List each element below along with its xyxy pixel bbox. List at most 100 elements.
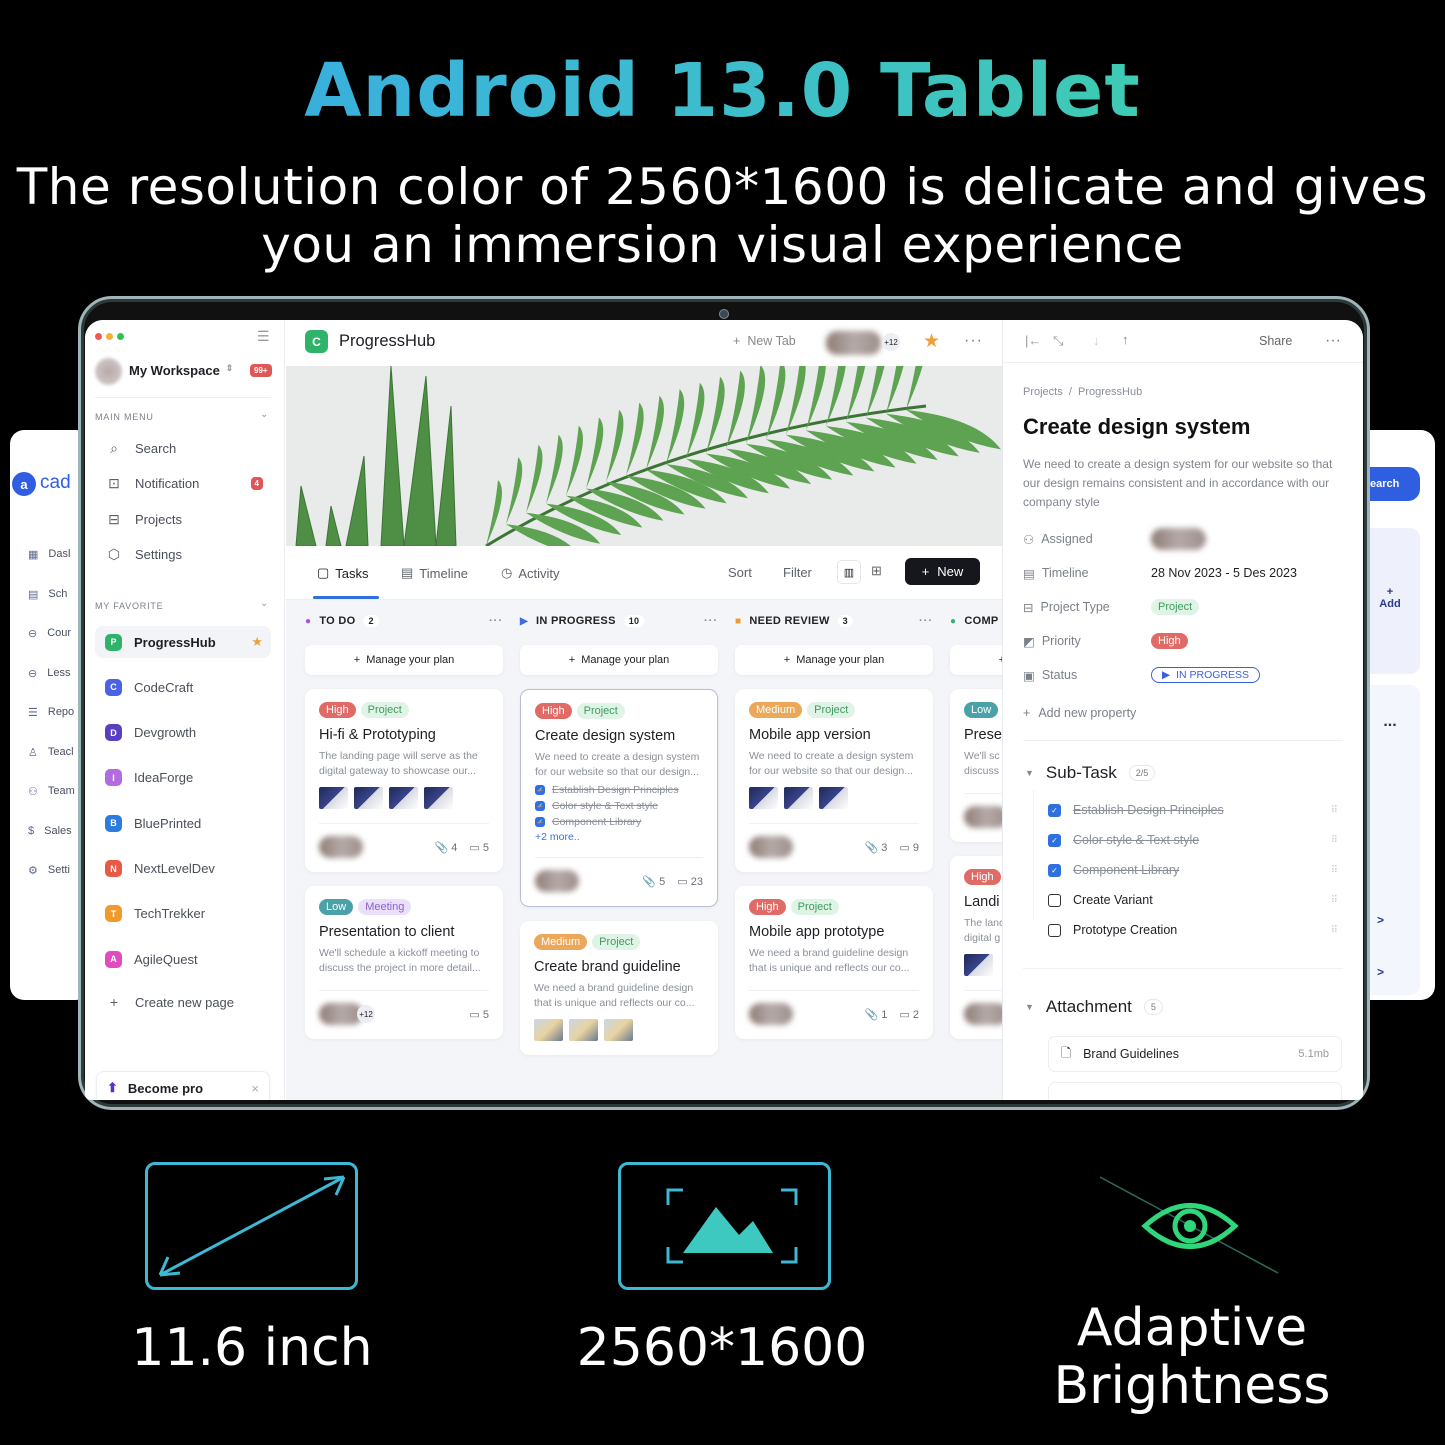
checklist-item[interactable]: ✓ Component Library xyxy=(535,816,703,828)
checkbox-checked[interactable]: ✓ xyxy=(1048,863,1061,877)
thumbnail-image[interactable] xyxy=(964,954,993,976)
sidebar-item-ideaforge[interactable]: I IdeaForge xyxy=(95,762,271,794)
chevron-right-icon[interactable]: > xyxy=(1377,965,1384,979)
tab-timeline[interactable]: ▤ Timeline xyxy=(401,565,468,581)
type-tag[interactable]: Project xyxy=(1151,599,1200,615)
task-card[interactable]: Low Prese We'll sc discuss xyxy=(950,689,1002,842)
assignee-avatars[interactable] xyxy=(749,836,793,858)
chevron-down-icon[interactable]: ⌄ xyxy=(260,409,268,420)
subtask-item[interactable]: ✓ Establish Design Principles ⠿ xyxy=(1048,801,1338,819)
sidebar-item-progresshub[interactable]: P ProgressHub ★ xyxy=(95,626,271,658)
checklist-item[interactable]: ✓ Color style & Text style xyxy=(535,800,703,812)
create-new-page[interactable]: + Create new page xyxy=(95,987,271,1017)
star-icon[interactable]: ★ xyxy=(923,330,940,353)
checkbox-checked[interactable]: ✓ xyxy=(1048,833,1061,847)
thumbnail-image[interactable] xyxy=(569,1019,598,1041)
task-card[interactable]: Low Meeting Presentation to client We'll sc… xyxy=(305,886,503,1039)
filter-button[interactable]: Filter xyxy=(783,565,812,580)
share-button[interactable]: Share xyxy=(1259,334,1292,348)
attachment-header[interactable]: ▼ Attachment 5 xyxy=(1025,997,1163,1017)
sidebar-item-nextleveldev[interactable]: N NextLevelDev xyxy=(95,853,271,885)
checkbox-unchecked[interactable] xyxy=(1048,893,1061,907)
bg-nav-item[interactable]: $ Sales xyxy=(28,825,72,837)
assignee-avatars[interactable] xyxy=(319,836,363,858)
star-icon[interactable]: ★ xyxy=(251,634,263,650)
new-tab-button[interactable]: + New Tab xyxy=(733,334,796,348)
collapse-panel-icon[interactable]: |← xyxy=(1025,333,1041,348)
more-icon[interactable]: ··· xyxy=(704,615,718,627)
bg-nav-item[interactable]: ▦ Dasl xyxy=(28,548,70,561)
checklist-item[interactable]: ✓ Establish Design Principles xyxy=(535,784,703,796)
menu-icon[interactable]: ☰ xyxy=(257,328,270,345)
drag-handle-icon[interactable]: ⠿ xyxy=(1331,895,1338,906)
priority-tag[interactable]: High xyxy=(1151,633,1188,649)
bg-nav-item[interactable]: ☰ Repo xyxy=(28,706,74,719)
window-minimize-dot[interactable] xyxy=(106,333,113,340)
drag-handle-icon[interactable]: ⠿ xyxy=(1331,925,1338,936)
more-icon[interactable]: ··· xyxy=(964,332,983,350)
sidebar-item-codecraft[interactable]: C CodeCraft xyxy=(95,671,271,703)
bg-nav-item[interactable]: ⊖ Cour xyxy=(28,627,71,640)
bg-nav-item[interactable]: ⚙ Setti xyxy=(28,864,70,877)
more-link[interactable]: +2 more.. xyxy=(535,831,703,843)
avatar[interactable] xyxy=(95,358,122,385)
thumbnail-image[interactable] xyxy=(354,787,383,809)
more-icon[interactable]: ··· xyxy=(489,615,503,627)
arrow-down-icon[interactable]: ↓ xyxy=(1093,333,1100,348)
collaborator-avatars[interactable] xyxy=(826,331,881,355)
manage-plan-button[interactable]: + Manage your plan xyxy=(305,645,503,675)
more-icon[interactable]: ··· xyxy=(919,615,933,627)
table-view-icon[interactable]: ⊞ xyxy=(871,563,882,579)
more-icon[interactable]: ··· xyxy=(1325,332,1341,350)
subtask-item[interactable]: ✓ Component Library ⠿ xyxy=(1048,861,1338,879)
task-card[interactable]: Medium Project Mobile app version We need t… xyxy=(735,689,933,872)
add-property-button[interactable]: + Add new property xyxy=(1023,703,1343,723)
sidebar-item-blueprinted[interactable]: B BluePrinted xyxy=(95,807,271,839)
thumbnail-image[interactable] xyxy=(604,1019,633,1041)
sidebar-item-search[interactable]: ⌕ Search xyxy=(95,433,271,463)
thumbnail-image[interactable] xyxy=(424,787,453,809)
thumbnail-image[interactable] xyxy=(389,787,418,809)
bg-nav-item[interactable]: ▤ Sch xyxy=(28,588,67,601)
assignee-avatars[interactable] xyxy=(749,1003,793,1025)
thumbnail-image[interactable] xyxy=(534,1019,563,1041)
thumbnail-image[interactable] xyxy=(784,787,813,809)
task-card[interactable]: High Project Create design system We need t… xyxy=(520,689,718,907)
tab-activity[interactable]: ◷ Activity xyxy=(501,565,560,581)
sidebar-item-techtrekker[interactable]: T TechTrekker xyxy=(95,898,271,930)
sidebar-item-devgrowth[interactable]: D Devgrowth xyxy=(95,717,271,749)
drag-handle-icon[interactable]: ⠿ xyxy=(1331,805,1338,816)
task-card[interactable]: High Project Mobile app prototype We need a… xyxy=(735,886,933,1039)
task-card[interactable]: Medium Project Create brand guideline We ne… xyxy=(520,921,718,1055)
attachment-item[interactable]: 🗋 Brand Guidelines 5.1mb xyxy=(1048,1036,1342,1072)
chevron-down-icon[interactable]: ⌄ xyxy=(260,598,268,609)
checkbox-checked[interactable]: ✓ xyxy=(1048,803,1061,817)
subtask-item[interactable]: Prototype Creation ⠿ xyxy=(1048,921,1338,939)
bg-nav-item[interactable]: ⚇ Team xyxy=(28,785,75,798)
expand-icon[interactable]: ⤡ xyxy=(1053,333,1063,349)
breadcrumb-projects[interactable]: Projects xyxy=(1023,386,1063,398)
tab-tasks[interactable]: ▢ Tasks xyxy=(317,565,369,581)
sidebar-item-settings[interactable]: ⬡ Settings xyxy=(95,540,271,570)
sidebar-item-notification[interactable]: ⊡ Notification 4 xyxy=(95,469,271,499)
sidebar-item-agilequest[interactable]: A AgileQuest xyxy=(95,943,271,975)
status-pill[interactable]: ▶ IN PROGRESS xyxy=(1151,667,1261,683)
checkbox-unchecked[interactable] xyxy=(1048,923,1061,937)
assignee-avatars[interactable] xyxy=(964,806,1002,828)
subtask-item[interactable]: Create Variant ⠿ xyxy=(1048,891,1338,909)
new-task-button[interactable]: + New xyxy=(905,558,980,585)
subtask-item[interactable]: ✓ Color style & Text style ⠿ xyxy=(1048,831,1338,849)
workspace-switcher[interactable]: My Workspace ⇕ xyxy=(129,363,233,378)
window-maximize-dot[interactable] xyxy=(117,333,124,340)
timeline-value[interactable]: 28 Nov 2023 - 5 Des 2023 xyxy=(1151,566,1297,580)
assignee-avatars[interactable] xyxy=(535,870,579,892)
close-icon[interactable]: × xyxy=(251,1081,259,1096)
bg-nav-item[interactable]: ⊖ Less xyxy=(28,667,70,680)
become-pro-banner[interactable]: ⬆ Become pro × xyxy=(96,1071,270,1100)
sort-button[interactable]: Sort xyxy=(728,565,752,580)
thumbnail-image[interactable] xyxy=(749,787,778,809)
task-card[interactable]: High Project Hi-fi & Prototyping The landin… xyxy=(305,689,503,872)
arrow-up-icon[interactable]: ↑ xyxy=(1122,332,1129,347)
chevron-right-icon[interactable]: > xyxy=(1377,913,1384,927)
drag-handle-icon[interactable]: ⠿ xyxy=(1331,835,1338,846)
